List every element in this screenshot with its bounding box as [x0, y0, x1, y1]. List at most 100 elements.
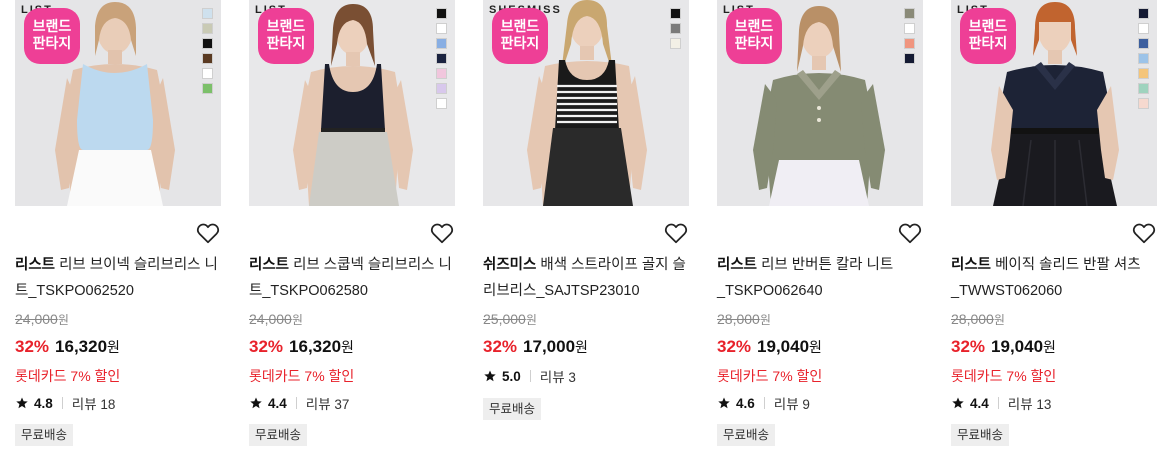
product-card[interactable]: LIST 브랜드 판타지 리스트 리브 스쿱넥 슬리브리스 니트_TSKPO06… [249, 0, 455, 464]
color-swatch[interactable] [202, 38, 213, 49]
original-price-value: 28,000 [717, 311, 760, 327]
color-swatch[interactable] [1138, 8, 1149, 19]
free-shipping-tag: 무료배송 [717, 424, 776, 446]
color-swatch[interactable] [436, 8, 447, 19]
color-swatch[interactable] [436, 38, 447, 49]
color-swatch[interactable] [202, 53, 213, 64]
product-image[interactable]: LIST 브랜드 판타지 [951, 0, 1157, 206]
original-price: 24,000원 [249, 311, 303, 328]
review-count[interactable]: 리뷰 37 [306, 393, 350, 413]
product-title[interactable]: 리스트 리브 스쿱넥 슬리브리스 니트_TSKPO062580 [249, 252, 455, 304]
badge-line-2: 판타지 [500, 36, 540, 52]
color-swatch[interactable] [904, 23, 915, 34]
badge-line-2: 판타지 [32, 36, 72, 52]
color-swatches [1138, 8, 1149, 109]
price-value: 17,000 [523, 337, 576, 356]
color-swatch[interactable] [436, 83, 447, 94]
badge-line-1: 브랜드 [266, 19, 306, 35]
wishlist-heart-icon[interactable] [195, 220, 221, 246]
wishlist-heart-icon[interactable] [897, 220, 923, 246]
brand-name: 쉬즈미스 [483, 257, 537, 273]
wishlist-heart-icon[interactable] [663, 220, 689, 246]
divider [763, 397, 765, 409]
brand-name: 리스트 [717, 257, 758, 273]
discount-rate: 32% [249, 337, 284, 356]
free-shipping-tag: 무료배송 [249, 424, 308, 446]
brand-fantasy-badge: 브랜드 판타지 [258, 8, 314, 64]
brand-name: 리스트 [249, 257, 290, 273]
badge-line-2: 판타지 [968, 36, 1008, 52]
color-swatch[interactable] [436, 23, 447, 34]
review-count[interactable]: 리뷰 3 [540, 366, 576, 386]
badge-line-1: 브랜드 [32, 19, 72, 35]
brand-name: 리스트 [15, 257, 56, 273]
badge-line-1: 브랜드 [968, 19, 1008, 35]
color-swatch[interactable] [1138, 83, 1149, 94]
color-swatch[interactable] [904, 38, 915, 49]
product-image[interactable]: LIST 브랜드 판타지 [717, 0, 923, 206]
product-image[interactable]: SHESMISS 브랜드 판타지 [483, 0, 689, 206]
original-price-unit: 원 [759, 313, 771, 327]
brand-fantasy-badge: 브랜드 판타지 [960, 8, 1016, 64]
original-price: 24,000원 [15, 311, 69, 328]
product-title[interactable]: 쉬즈미스 배색 스트라이프 골지 슬리브리스_SAJTSP23010 [483, 252, 689, 304]
color-swatch[interactable] [670, 8, 681, 19]
original-price-value: 25,000 [483, 311, 526, 327]
divider [997, 397, 999, 409]
color-swatch[interactable] [670, 23, 681, 34]
product-card[interactable]: LIST 브랜드 판타지 리스트 베이직 솔리드 반팔 셔츠_TWWST0620… [951, 0, 1157, 464]
color-swatch[interactable] [202, 68, 213, 79]
free-shipping-tag: 무료배송 [483, 398, 542, 420]
product-title[interactable]: 리스트 리브 반버튼 칼라 니트_TSKPO062640 [717, 252, 923, 304]
color-swatches [202, 8, 213, 94]
product-card[interactable]: LIST 브랜드 판타지 리스트 리브 브이넥 슬리브리스 니트_TSKPO06… [15, 0, 221, 464]
product-title[interactable]: 리스트 베이직 솔리드 반팔 셔츠_TWWST062060 [951, 252, 1157, 304]
product-image[interactable]: LIST 브랜드 판타지 [249, 0, 455, 206]
color-swatch[interactable] [202, 8, 213, 19]
product-card[interactable]: SHESMISS 브랜드 판타지 쉬즈미스 배색 스트라이프 골지 슬리브리스_… [483, 0, 689, 464]
wishlist-heart-icon[interactable] [1131, 220, 1157, 246]
badge-line-1: 브랜드 [734, 19, 774, 35]
review-count[interactable]: 리뷰 13 [1008, 393, 1052, 413]
original-price-unit: 원 [291, 313, 303, 327]
product-title[interactable]: 리스트 리브 브이넥 슬리브리스 니트_TSKPO062520 [15, 252, 221, 304]
color-swatch[interactable] [436, 53, 447, 64]
brand-fantasy-badge: 브랜드 판타지 [726, 8, 782, 64]
color-swatch[interactable] [202, 23, 213, 34]
sale-price: 32% 17,000원 [483, 337, 588, 357]
price-unit: 원 [107, 339, 120, 355]
discount-rate: 32% [717, 337, 752, 356]
discount-rate: 32% [951, 337, 986, 356]
review-count[interactable]: 리뷰 18 [72, 393, 116, 413]
star-icon [484, 370, 496, 382]
rating-score: 4.4 [970, 395, 989, 411]
original-price: 28,000원 [717, 311, 771, 328]
brand-fantasy-badge: 브랜드 판타지 [492, 8, 548, 64]
color-swatch[interactable] [904, 8, 915, 19]
divider [529, 370, 531, 382]
color-swatch[interactable] [436, 68, 447, 79]
original-price-unit: 원 [57, 313, 69, 327]
color-swatch[interactable] [1138, 23, 1149, 34]
color-swatch[interactable] [670, 38, 681, 49]
review-count[interactable]: 리뷰 9 [774, 393, 810, 413]
color-swatch[interactable] [1138, 68, 1149, 79]
color-swatch[interactable] [1138, 98, 1149, 109]
color-swatch[interactable] [1138, 38, 1149, 49]
original-price-value: 28,000 [951, 311, 994, 327]
color-swatch[interactable] [436, 98, 447, 109]
wishlist-heart-icon[interactable] [429, 220, 455, 246]
price-unit: 원 [809, 339, 822, 355]
color-swatch[interactable] [202, 83, 213, 94]
product-card[interactable]: LIST 브랜드 판타지 리스트 리브 반버튼 칼라 니트_TSKPO06264… [717, 0, 923, 464]
product-image[interactable]: LIST 브랜드 판타지 [15, 0, 221, 206]
card-discount-text: 롯데카드 7% 할인 [951, 368, 1057, 384]
price-unit: 원 [1043, 339, 1056, 355]
price-value: 16,320 [55, 337, 108, 356]
card-discount-text: 롯데카드 7% 할인 [249, 368, 355, 384]
color-swatch[interactable] [904, 53, 915, 64]
color-swatch[interactable] [1138, 53, 1149, 64]
rating-score: 5.0 [502, 368, 521, 384]
rating-row: 4.6 리뷰 9 [717, 393, 810, 413]
rating-score: 4.6 [736, 395, 755, 411]
